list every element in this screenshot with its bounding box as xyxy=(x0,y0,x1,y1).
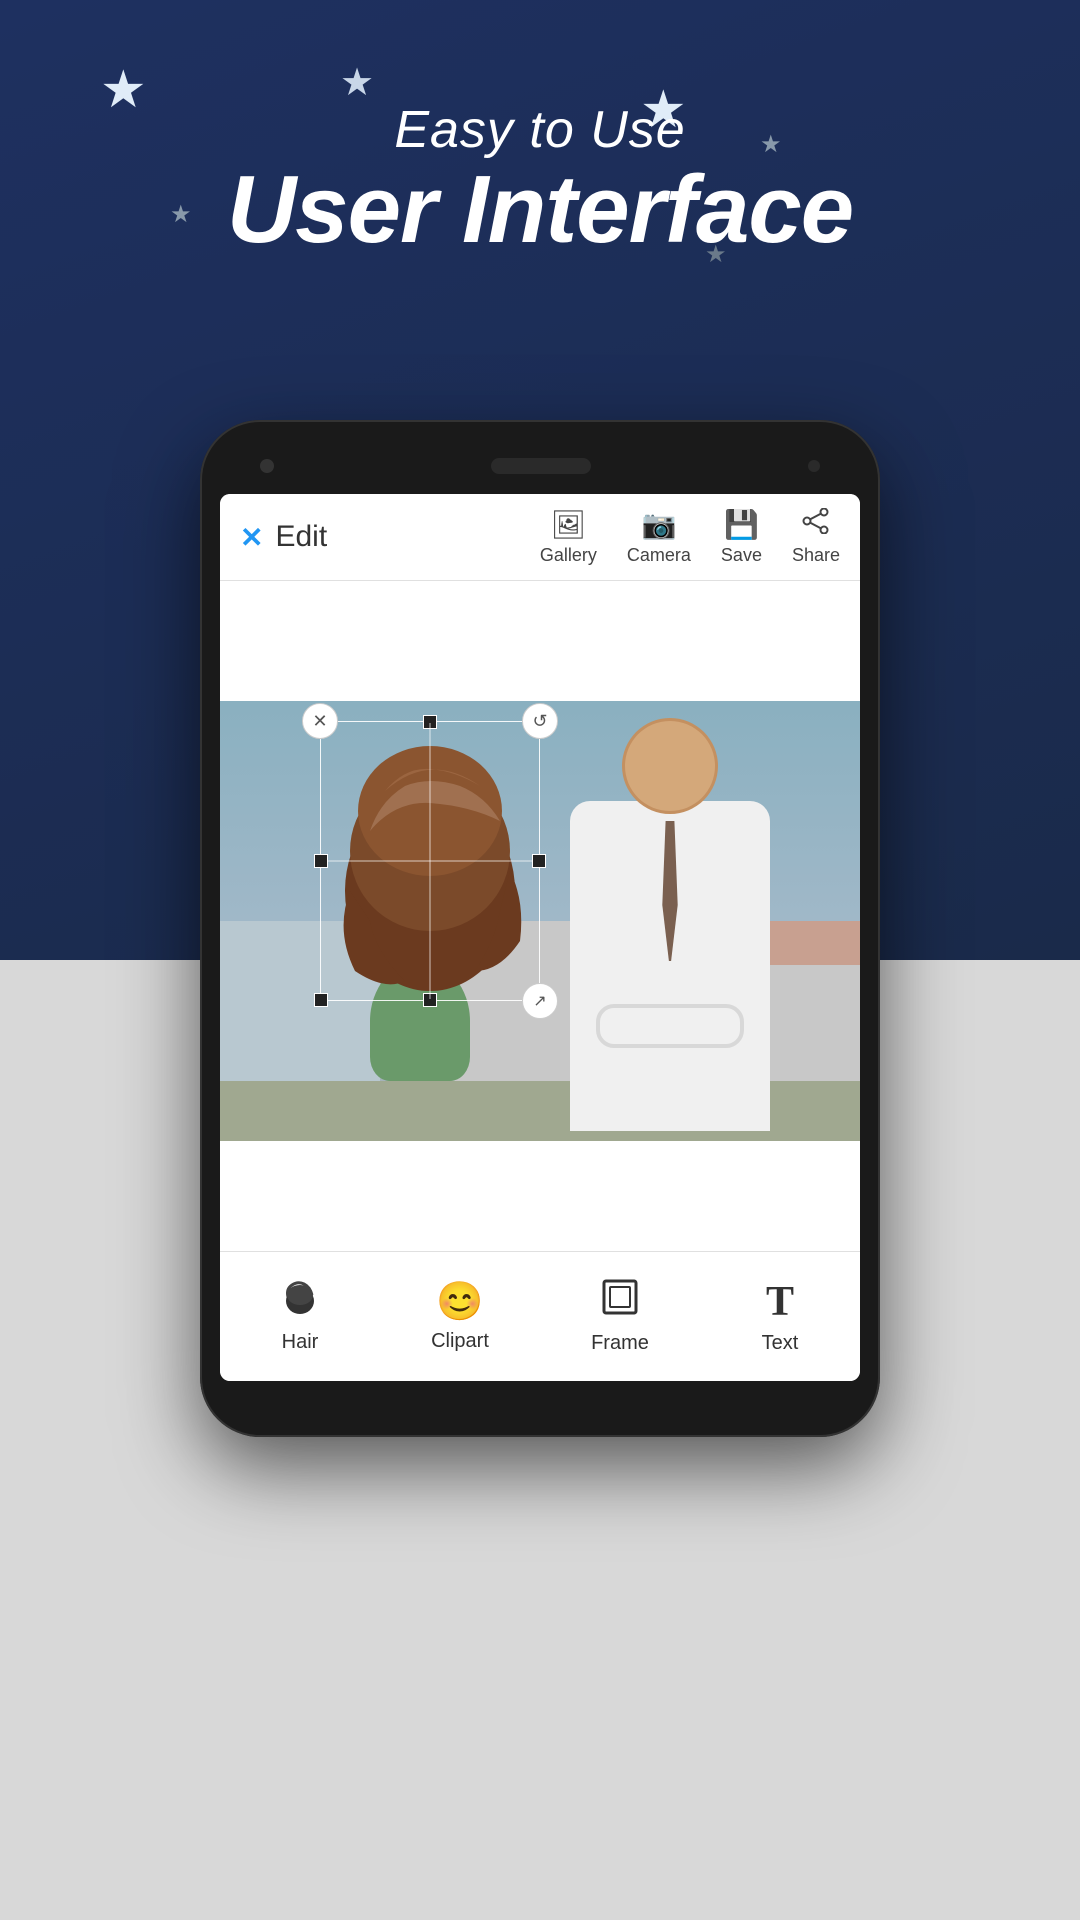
hair-nav-label: Hair xyxy=(282,1331,319,1354)
close-button[interactable]: ✕ xyxy=(240,521,263,554)
man-figure xyxy=(540,721,800,1141)
tagline-wrapper: Easy to Use User Interface xyxy=(0,100,1080,261)
handle-bottom-left[interactable] xyxy=(314,993,328,1007)
handle-bottom-center[interactable] xyxy=(423,993,437,1007)
transform-box xyxy=(320,721,540,1001)
speaker-grille xyxy=(491,458,591,474)
share-label: Share xyxy=(792,545,840,566)
nav-item-text[interactable]: T Text xyxy=(700,1252,860,1381)
frame-nav-icon xyxy=(601,1278,639,1326)
toolbar-close-group: ✕ Edit xyxy=(240,520,327,554)
camera-label: Camera xyxy=(627,545,691,566)
hair-rotate-button[interactable]: ↺ xyxy=(522,703,558,739)
phone-top-bar xyxy=(220,442,860,490)
photo-area[interactable]: ✕ ↺ ↗ xyxy=(220,701,860,1141)
camera-icon: 📷 xyxy=(641,508,676,541)
phone-mockup: ✕ Edit 🖼 Gallery 📷 Camera 💾 Save xyxy=(200,420,880,1437)
save-button[interactable]: 💾 Save xyxy=(721,508,762,566)
clipart-nav-icon: 😊 xyxy=(436,1280,483,1324)
man-arms xyxy=(580,1001,760,1051)
handle-mid-left[interactable] xyxy=(314,854,328,868)
tagline-sub: Easy to Use xyxy=(0,100,1080,160)
tagline-main: User Interface xyxy=(0,160,1080,261)
hair-overlay[interactable]: ✕ ↺ ↗ xyxy=(320,721,540,1001)
save-icon: 💾 xyxy=(724,508,759,541)
content-bottom-strip xyxy=(220,1141,860,1251)
hair-nav-icon xyxy=(280,1279,320,1325)
handle-mid-right[interactable] xyxy=(532,854,546,868)
man-head xyxy=(625,721,715,811)
gallery-icon: 🖼 xyxy=(551,508,587,541)
app-toolbar: ✕ Edit 🖼 Gallery 📷 Camera 💾 Save xyxy=(220,494,860,581)
camera-dot xyxy=(260,459,274,473)
toolbar-title: Edit xyxy=(275,520,327,554)
nav-item-hair[interactable]: Hair xyxy=(220,1252,380,1381)
hair-delete-button[interactable]: ✕ xyxy=(302,703,338,739)
frame-nav-label: Frame xyxy=(591,1332,649,1355)
nav-item-clipart[interactable]: 😊 Clipart xyxy=(380,1252,540,1381)
gallery-label: Gallery xyxy=(540,545,597,566)
handle-top-center[interactable] xyxy=(423,715,437,729)
hair-scale-button[interactable]: ↗ xyxy=(522,983,558,1019)
camera-button[interactable]: 📷 Camera xyxy=(627,508,691,566)
toolbar-actions: 🖼 Gallery 📷 Camera 💾 Save xyxy=(540,508,840,566)
gallery-button[interactable]: 🖼 Gallery xyxy=(540,508,597,566)
phone-bottom-bar xyxy=(220,1381,860,1409)
phone-screen: ✕ Edit 🖼 Gallery 📷 Camera 💾 Save xyxy=(220,494,860,1381)
bottom-nav: Hair 😊 Clipart Frame T xyxy=(220,1251,860,1381)
sensor-dot xyxy=(808,460,820,472)
content-top-strip xyxy=(220,581,860,701)
clipart-nav-label: Clipart xyxy=(431,1330,489,1353)
save-label: Save xyxy=(721,545,762,566)
phone-body: ✕ Edit 🖼 Gallery 📷 Camera 💾 Save xyxy=(200,420,880,1437)
text-nav-label: Text xyxy=(762,1332,799,1355)
star-icon: ★ xyxy=(340,60,374,105)
man-body xyxy=(570,801,770,1131)
share-button[interactable]: Share xyxy=(792,508,840,566)
nav-item-frame[interactable]: Frame xyxy=(540,1252,700,1381)
text-nav-icon: T xyxy=(766,1278,794,1326)
share-icon xyxy=(802,508,830,541)
